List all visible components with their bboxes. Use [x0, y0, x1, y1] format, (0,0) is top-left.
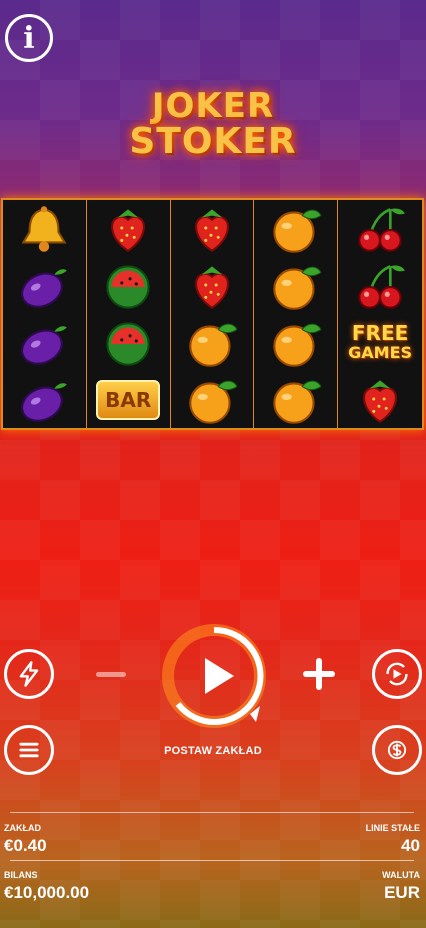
info-button[interactable]: i	[5, 14, 53, 62]
symbol-plum	[3, 371, 86, 428]
bar-symbol-label: BAR	[96, 379, 161, 420]
cherry-icon	[358, 264, 405, 309]
symbol-plum	[3, 314, 86, 371]
lines-label: LINIE STAŁE	[365, 823, 420, 833]
strawberry-icon	[111, 208, 146, 252]
reel-grid: BAR FREE GAMES	[1, 198, 424, 430]
watermelon-icon	[106, 321, 150, 366]
lightning-icon	[19, 661, 39, 687]
symbol-orange	[171, 314, 254, 371]
autoplay-button[interactable]	[372, 649, 422, 699]
symbol-orange	[254, 371, 337, 428]
balance-label: BILANS	[4, 870, 38, 880]
strawberry-icon	[363, 379, 398, 423]
orange-icon	[273, 380, 322, 424]
bet-settings-button[interactable]	[372, 725, 422, 775]
bet-label: ZAKŁAD	[4, 823, 41, 833]
cherry-icon	[358, 207, 405, 252]
strawberry-icon	[194, 208, 229, 252]
plum-icon	[21, 325, 68, 365]
symbol-plum	[3, 257, 86, 314]
symbol-bell	[3, 200, 86, 257]
turbo-button[interactable]	[4, 649, 54, 699]
reel-4	[254, 200, 339, 428]
decrease-bet-button[interactable]	[96, 672, 126, 677]
symbol-orange	[171, 371, 254, 428]
footer-divider-bottom	[10, 860, 414, 861]
orange-icon	[273, 323, 322, 367]
menu-icon	[19, 742, 39, 758]
footer-divider-top	[10, 812, 414, 813]
orange-icon	[273, 266, 322, 310]
game-logo: JOKER STOKER	[120, 88, 306, 168]
spin-button[interactable]	[160, 622, 268, 730]
strawberry-icon	[194, 265, 229, 309]
symbol-orange	[254, 257, 337, 314]
symbol-strawberry	[171, 257, 254, 314]
free-games-symbol-label: FREE GAMES	[348, 323, 412, 363]
plum-icon	[21, 268, 68, 308]
symbol-orange	[254, 314, 337, 371]
orange-icon	[189, 323, 238, 367]
orange-icon	[273, 209, 322, 253]
currency-value: EUR	[384, 883, 420, 902]
autoplay-icon	[386, 662, 408, 686]
spin-label: POSTAW ZAKŁAD	[164, 745, 262, 757]
increase-bet-button[interactable]	[303, 658, 335, 690]
menu-button[interactable]	[4, 725, 54, 775]
free-games-line-1: FREE	[351, 320, 409, 345]
bet-value: €0.40	[4, 836, 47, 855]
symbol-free-games: FREE GAMES	[338, 314, 422, 371]
currency-label: WALUTA	[382, 870, 420, 880]
symbol-bar: BAR	[87, 371, 170, 428]
orange-icon	[189, 380, 238, 424]
reel-2: BAR	[87, 200, 171, 428]
logo-line-2: STOKER	[129, 121, 297, 162]
watermelon-icon	[106, 264, 150, 309]
symbol-strawberry	[338, 371, 422, 428]
reel-5: FREE GAMES	[338, 200, 422, 428]
reel-3	[171, 200, 255, 428]
free-games-line-2: GAMES	[348, 342, 413, 362]
symbol-watermelon	[87, 257, 170, 314]
symbol-watermelon	[87, 314, 170, 371]
coin-dollar-icon	[387, 740, 407, 760]
lines-value: 40	[401, 836, 420, 855]
info-icon: i	[23, 20, 35, 56]
symbol-cherry	[338, 200, 422, 257]
symbol-strawberry	[171, 200, 254, 257]
play-icon	[162, 624, 266, 728]
balance-value: €10,000.00	[4, 883, 90, 902]
reel-1	[3, 200, 87, 428]
logo-line-1: JOKER	[151, 86, 275, 126]
symbol-cherry	[338, 257, 422, 314]
symbol-strawberry	[87, 200, 170, 257]
symbol-orange	[254, 200, 337, 257]
bell-icon	[21, 205, 67, 252]
plum-icon	[21, 382, 68, 422]
